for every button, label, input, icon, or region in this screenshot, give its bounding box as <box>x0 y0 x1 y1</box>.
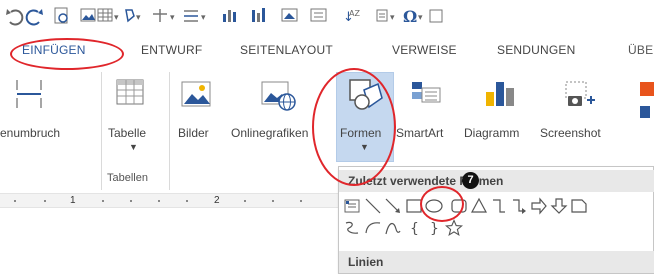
triangle-shape[interactable] <box>470 197 488 215</box>
ruler-tick <box>102 200 104 202</box>
ruler-number: 1 <box>70 195 76 206</box>
page-break-button[interactable]: enumbruch <box>0 70 100 160</box>
align-icon[interactable]: ▾ <box>184 10 206 23</box>
ruler-tick <box>44 200 46 202</box>
smartart-button[interactable]: SmartArt <box>394 70 462 160</box>
lines-header: Linien <box>339 251 654 273</box>
group-label-tabellen: Tabellen <box>107 172 148 184</box>
undo-icon[interactable] <box>6 9 24 26</box>
page-layout-icon[interactable] <box>54 7 68 24</box>
pictures-button[interactable]: Bilder <box>172 70 222 160</box>
ruler-tick <box>272 200 274 202</box>
line-shape[interactable] <box>364 197 382 215</box>
ruler-tick <box>186 200 188 202</box>
down-arrow-shape[interactable] <box>550 197 568 215</box>
elbow-arrow-connector-shape[interactable] <box>510 197 528 215</box>
store-button[interactable] <box>630 72 654 162</box>
chart-label: Diagramm <box>464 126 520 140</box>
pictures-label: Bilder <box>178 126 209 140</box>
svg-text:{: { <box>410 221 419 237</box>
shapes-icon[interactable]: ▾ <box>125 9 141 23</box>
group-separator <box>101 72 102 190</box>
picture-icon <box>181 81 211 107</box>
chart-icon <box>486 82 514 106</box>
arc-shape[interactable] <box>364 219 382 237</box>
chart-icon[interactable] <box>223 10 236 22</box>
left-brace-shape[interactable]: { <box>405 219 423 237</box>
tab-sendungen[interactable]: SENDUNGEN <box>497 43 575 57</box>
highlight-ellipse-oval <box>420 186 464 222</box>
page-break-label: enumbruch <box>0 126 61 140</box>
svg-text:▾: ▾ <box>418 13 423 23</box>
right-arrow-shape[interactable] <box>530 197 548 215</box>
textbox-icon[interactable] <box>310 8 327 22</box>
table-icon[interactable]: ▾ <box>97 8 119 23</box>
highlight-ellipse-formen <box>312 68 396 186</box>
table-icon <box>116 79 144 105</box>
smartart-label: SmartArt <box>396 126 444 140</box>
highlight-ellipse-tab <box>10 38 124 70</box>
arrow-line-shape[interactable] <box>384 197 402 215</box>
tab-verweise[interactable]: VERWEISE <box>392 43 457 57</box>
insert-icon[interactable]: ▾ <box>153 9 175 23</box>
table-dropdown-arrow[interactable]: ▼ <box>129 142 138 152</box>
symbol-icon[interactable]: Ω ▾ <box>403 7 423 26</box>
ruler-number: 2 <box>214 195 220 206</box>
shapes-gallery-dropdown: Zuletzt verwendete Formen {} Linien <box>338 166 654 274</box>
svg-text:▾: ▾ <box>136 13 141 23</box>
tab-seitenlayout[interactable]: SEITENLAYOUT <box>240 43 333 57</box>
tab-ueberpruefen[interactable]: ÜBE <box>628 43 653 57</box>
svg-text:Ω: Ω <box>403 7 417 26</box>
picture-style-icon[interactable] <box>281 8 298 22</box>
picture-icon[interactable] <box>80 8 96 22</box>
screenshot-button[interactable]: Screenshot <box>540 70 620 160</box>
ruler-tick <box>244 200 246 202</box>
elbow-connector-shape[interactable] <box>490 197 508 215</box>
tab-entwurf[interactable]: ENTWURF <box>141 43 202 57</box>
chart-button[interactable]: Diagramm <box>462 70 540 160</box>
screenshot-icon <box>565 81 595 106</box>
numbering-icon[interactable]: ▾ <box>376 9 395 23</box>
freeform-scribble-shape[interactable] <box>343 219 361 237</box>
quick-access-toolbar: ▾ ▾ ▾ ▾ ↓ AZ ▾ Ω ▾ <box>0 0 654 40</box>
ruler-tick <box>130 200 132 202</box>
ruler-tick <box>300 200 302 202</box>
text-box-shape[interactable] <box>343 197 361 215</box>
page-break-icon <box>16 80 42 108</box>
online-picture-icon <box>261 81 296 111</box>
ruler-tick <box>14 200 16 202</box>
screenshot-label: Screenshot <box>540 126 601 140</box>
curve-shape[interactable] <box>384 219 402 237</box>
svg-text:▾: ▾ <box>390 13 395 23</box>
recent-shapes-header: Zuletzt verwendete Formen <box>339 170 654 192</box>
svg-text:▾: ▾ <box>201 13 206 23</box>
store-icon <box>640 82 654 118</box>
step-number-badge: 7 <box>462 172 479 189</box>
more-icon[interactable] <box>429 9 443 23</box>
star-shape[interactable] <box>445 219 463 237</box>
ruler-tick <box>158 200 160 202</box>
svg-text:▾: ▾ <box>114 13 119 23</box>
document-area[interactable] <box>0 209 340 274</box>
online-pictures-label: Onlinegrafiken <box>231 126 309 140</box>
svg-text:AZ: AZ <box>349 9 360 18</box>
svg-text:▾: ▾ <box>170 13 175 23</box>
sort-icon[interactable]: ↓ AZ <box>343 9 360 25</box>
table-button[interactable]: Tabelle ▼ <box>103 70 169 164</box>
smartart-icon <box>412 82 441 103</box>
table-label: Tabelle <box>108 126 147 140</box>
redo-icon[interactable] <box>25 9 43 26</box>
svg-text:}: } <box>430 221 439 237</box>
horizontal-ruler: 1 2 <box>0 193 340 208</box>
snip-rectangle-shape[interactable] <box>570 197 588 215</box>
group-separator <box>169 72 170 190</box>
wordart-icon[interactable] <box>252 8 265 22</box>
